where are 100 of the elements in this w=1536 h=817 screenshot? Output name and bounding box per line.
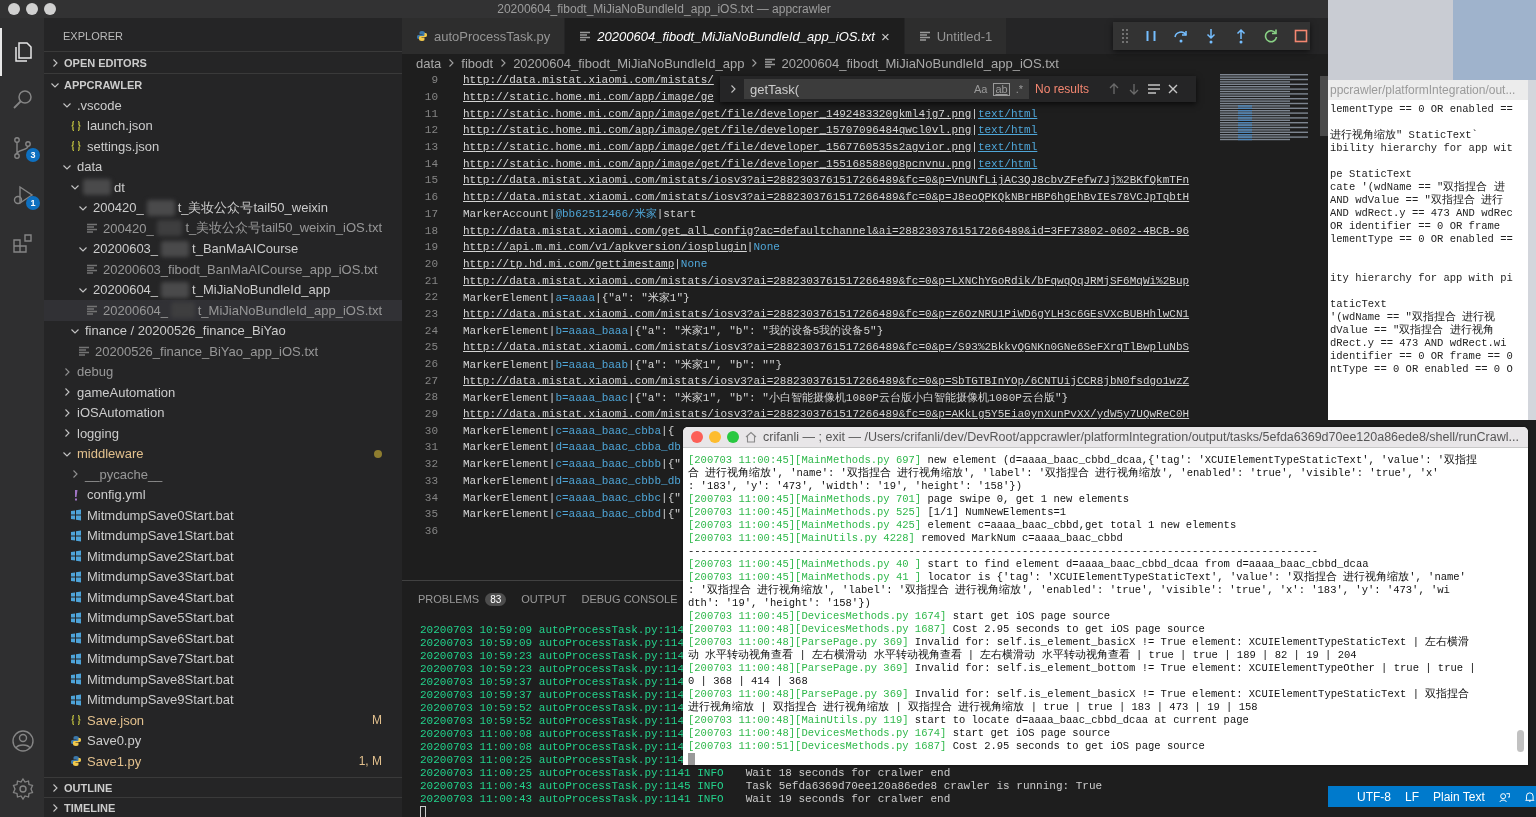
activity-button[interactable]: 1 bbox=[0, 172, 44, 220]
tree-item[interactable]: .vscode bbox=[44, 95, 402, 116]
tree-item[interactable]: MitmdumpSave5Start.bat bbox=[44, 607, 402, 628]
code-line: MarkerElement|c=aaaa_baac_cbbb|{" bbox=[463, 458, 681, 471]
tree-item[interactable]: MitmdumpSave6Start.bat bbox=[44, 628, 402, 649]
log-message: Task 5efda6369d70ee120a86ede8 crawler is running: True bbox=[745, 780, 1103, 793]
breadcrumb-item[interactable]: fibodt bbox=[461, 55, 494, 71]
terminal-line: dRect.y == 473 AND wdRect.wi bbox=[1329, 337, 1508, 350]
four-squares-icon bbox=[70, 652, 82, 665]
file-name: MitmdumpSave4Start.bat bbox=[87, 589, 234, 605]
lines-icon bbox=[764, 57, 777, 69]
tree-item[interactable]: MitmdumpSave3Start.bat bbox=[44, 566, 402, 587]
tree-item[interactable]: 20200526_finance_BiYao_app_iOS.txt bbox=[44, 341, 402, 362]
editor-tab[interactable]: Untitled-1 bbox=[904, 18, 1008, 54]
tree-item[interactable]: config.yml bbox=[44, 484, 402, 505]
activity-button[interactable]: 3 bbox=[0, 124, 44, 172]
tree-item[interactable]: MitmdumpSave8Start.bat bbox=[44, 669, 402, 690]
option-toggle[interactable]: .* bbox=[1015, 83, 1023, 95]
count-badge: 1 bbox=[26, 196, 40, 210]
blurred-patch bbox=[161, 240, 190, 257]
tree-item[interactable]: settings.json bbox=[44, 136, 402, 157]
tree-item[interactable]: MitmdumpSave1Start.bat bbox=[44, 525, 402, 546]
file-name: .vscode bbox=[77, 97, 122, 113]
tree-item[interactable]: launch.json bbox=[44, 115, 402, 136]
breadcrumb-item[interactable]: 20200604_fibodt_MiJiaNoBundleId_app_iOS.txt bbox=[781, 55, 1059, 71]
tree-item[interactable]: dt bbox=[44, 177, 402, 198]
file-name: MitmdumpSave1Start.bat bbox=[87, 528, 234, 544]
close-button[interactable]: × bbox=[880, 27, 890, 45]
tree-item[interactable]: MitmdumpSave2Start.bat bbox=[44, 546, 402, 567]
editor-tab[interactable]: autoProcessTask.py bbox=[402, 18, 566, 54]
step-over-icon[interactable] bbox=[1173, 28, 1189, 44]
restart-icon[interactable] bbox=[1263, 28, 1279, 44]
code-line: http://static.home.mi.com/app/image/get/file/developer_1551685880g8pcnvnu.png|text/html bbox=[463, 157, 1038, 170]
tree-item[interactable]: MitmdumpSave4Start.bat bbox=[44, 587, 402, 608]
editor-tab[interactable]: 20200604_fibodt_MiJiaNoBundleId_app_iOS.txt × bbox=[565, 18, 905, 54]
tree-item[interactable]: 20200604_ t_MiJiaNoBundleId_app_iOS.txt bbox=[44, 300, 402, 321]
tree-item[interactable]: Save.json M bbox=[44, 710, 402, 731]
selection-lines-icon[interactable] bbox=[1147, 82, 1162, 96]
status-item[interactable]: LF bbox=[1405, 789, 1419, 804]
tree-item[interactable]: logging bbox=[44, 423, 402, 444]
close-button[interactable] bbox=[691, 431, 703, 443]
tree-item[interactable]: Save1.py 1, M bbox=[44, 751, 402, 772]
log-line: 20200703 10:59:52 autoProcessTask.py:114 bbox=[420, 715, 685, 728]
tree-item[interactable]: data bbox=[44, 156, 402, 177]
tree-item[interactable]: MitmdumpSave9Start.bat bbox=[44, 689, 402, 710]
scrollbar[interactable] bbox=[1517, 730, 1524, 752]
chevron-right-icon[interactable] bbox=[728, 84, 738, 94]
terminal-line: [200703 11:00:48][DevicesMethods.py 1674] start get iOS page source bbox=[688, 727, 1111, 740]
search-field[interactable]: getTask( Aa ab .* bbox=[744, 79, 1029, 99]
window-control[interactable] bbox=[8, 3, 20, 15]
section-header[interactable]: OUTLINE bbox=[44, 777, 402, 797]
terminal-line: [200703 11:00:45][MainMethods.py 697] new element (d=aaaa_baac_cbbd_dcaa,{'tag': 'XCUIElementTypeStaticText', 'value': '双指捏 bbox=[688, 454, 1478, 467]
close-icon[interactable] bbox=[1167, 83, 1180, 95]
panel-tab[interactable]: PROBLEMS 83 bbox=[418, 589, 507, 609]
status-item[interactable]: UTF-8 bbox=[1357, 789, 1391, 804]
grip-icon[interactable] bbox=[1121, 29, 1129, 43]
section-header[interactable]: APPCRAWLER bbox=[44, 73, 402, 95]
tree-item[interactable]: __pycache__ bbox=[44, 464, 402, 485]
tree-item[interactable]: middleware bbox=[44, 443, 402, 464]
file-name: finance / 20200526_finance_BiYao bbox=[85, 323, 286, 339]
tree-item[interactable]: 200420_ t_美妆公众号tail50_weixin_iOS.txt bbox=[44, 218, 402, 239]
terminal-line: AND wdValue == "双指捏合 进行 bbox=[1329, 194, 1505, 207]
tree-item[interactable]: 20200603_ t_BanMaAICourse bbox=[44, 238, 402, 259]
scrollbar[interactable] bbox=[1320, 76, 1328, 136]
stop-icon[interactable] bbox=[1293, 28, 1309, 44]
file-name: MitmdumpSave0Start.bat bbox=[87, 507, 234, 523]
window-control[interactable] bbox=[44, 3, 56, 15]
terminal-line: ntType == 0 OR enabled == 0 O bbox=[1329, 363, 1514, 376]
section-header[interactable]: OPEN EDITORS bbox=[44, 51, 402, 73]
panel-tab[interactable]: DEBUG CONSOLE bbox=[581, 589, 678, 609]
panel-tab[interactable]: OUTPUT bbox=[521, 589, 567, 609]
tree-item[interactable]: debug bbox=[44, 361, 402, 382]
option-toggle[interactable]: Aa bbox=[973, 83, 988, 95]
tree-item[interactable]: Save0.py bbox=[44, 730, 402, 751]
tree-item[interactable]: MitmdumpSave7Start.bat bbox=[44, 648, 402, 669]
tree-item[interactable]: 200420_ t_美妆公众号tail50_weixin bbox=[44, 197, 402, 218]
terminal-line: cate '(wdName == "双指捏合 进 bbox=[1329, 181, 1506, 194]
terminal-line: dth': '19', 'height': '158'}) bbox=[688, 597, 871, 610]
tree-item[interactable]: iOSAutomation bbox=[44, 402, 402, 423]
option-toggle[interactable]: ab bbox=[993, 82, 1010, 96]
file-name: t_美妆公众号tail50_weixin_iOS.txt bbox=[185, 219, 382, 238]
tree-item[interactable]: 20200603_fibodt_BanMaAICourse_app_iOS.txt bbox=[44, 259, 402, 280]
file-name: launch.json bbox=[87, 118, 153, 134]
code-line: http://static.home.mi.com/app/image/get/file/developer_1492483320gkml4jg7.png|text/html bbox=[463, 107, 1038, 120]
tree-item[interactable]: MitmdumpSave0Start.bat bbox=[44, 505, 402, 526]
lines-icon bbox=[918, 30, 931, 42]
terminal-line: [200703 11:00:48][DevicesMethods.py 1687] Cost 2.95 seconds to get iOS page source bbox=[688, 623, 1205, 636]
tree-item[interactable]: finance / 20200526_finance_BiYao bbox=[44, 320, 402, 341]
line-number: 30 bbox=[423, 424, 438, 437]
breadcrumb-item[interactable]: 20200604_fibodt_MiJiaNoBundleId_app bbox=[513, 55, 745, 71]
line-number: 26 bbox=[423, 358, 438, 371]
status-item[interactable]: Plain Text bbox=[1433, 789, 1485, 804]
code-line: http://data.mistat.xiaomi.com/mistats/iosv3?ai=2882303761517266489&fc=0&p=VnUNfLijAC3QJ8cbvZFefw7Jj%2BKfQkmTFn bbox=[463, 174, 1190, 187]
modified-dot bbox=[374, 449, 382, 458]
tree-item[interactable]: 20200604_ t_MiJiaNoBundleId_app bbox=[44, 279, 402, 300]
breadcrumb-item[interactable]: data bbox=[416, 55, 442, 71]
section-header[interactable]: TIMELINE bbox=[44, 797, 402, 817]
bell-icon[interactable] bbox=[1524, 789, 1536, 804]
window-control[interactable] bbox=[26, 3, 38, 15]
tree-item[interactable]: gameAutomation bbox=[44, 382, 402, 403]
